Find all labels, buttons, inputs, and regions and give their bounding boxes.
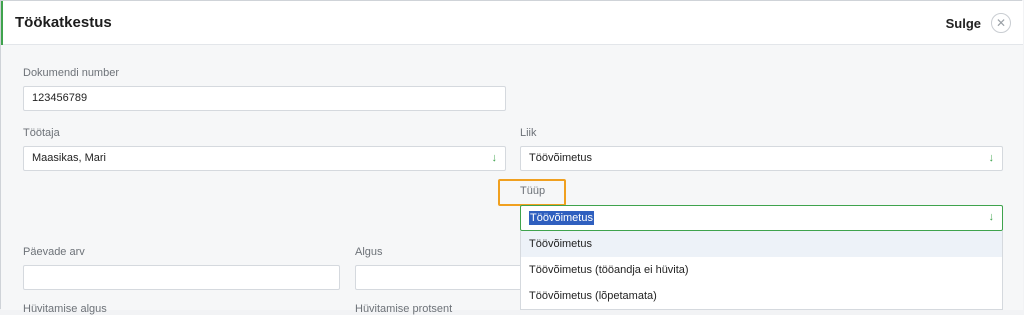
kind-value: Töövõimetus	[529, 152, 592, 164]
dialog: Töökatkestus Sulge ✕ Dokumendi number 12…	[0, 0, 1023, 315]
document-number-input[interactable]: 123456789	[23, 86, 506, 111]
comp-start-label: Hüvitamise algus	[23, 303, 107, 315]
dropdown-option[interactable]: Töövõimetus (tööandja ei hüvita)	[521, 257, 1002, 283]
type-selected-value: Töövõimetus	[529, 211, 594, 225]
arrow-down-icon: ↓	[491, 152, 498, 164]
employee-select[interactable]: Maasikas, Mari ↓	[23, 146, 506, 171]
dropdown-option[interactable]: Töövõimetus	[521, 231, 1002, 257]
arrow-down-icon: ↓	[988, 211, 995, 223]
employee-label: Töötaja	[23, 127, 60, 139]
days-input[interactable]	[23, 265, 340, 290]
start-label: Algus	[355, 246, 383, 258]
employee-value: Maasikas, Mari	[32, 152, 106, 164]
kind-label: Liik	[520, 127, 537, 139]
close-icon[interactable]: ✕	[991, 13, 1011, 33]
close-label[interactable]: Sulge	[946, 16, 981, 31]
dialog-header: Töökatkestus Sulge ✕	[1, 1, 1023, 45]
accent-bar	[1, 1, 3, 45]
type-select[interactable]: Töövõimetus ↓	[520, 205, 1003, 231]
comp-percent-label: Hüvitamise protsent	[355, 303, 453, 315]
document-number-label: Dokumendi number	[23, 67, 119, 79]
kind-select[interactable]: Töövõimetus ↓	[520, 146, 1003, 171]
arrow-down-icon: ↓	[988, 152, 995, 164]
dialog-title: Töökatkestus	[15, 14, 112, 31]
document-number-value: 123456789	[32, 92, 88, 104]
dropdown-option[interactable]: Töövõimetus (lõpetamata)	[521, 283, 1002, 309]
start-input[interactable]	[355, 265, 525, 290]
highlight-box	[498, 179, 566, 206]
days-label: Päevade arv	[23, 246, 85, 258]
type-dropdown: Töövõimetus Töövõimetus (tööandja ei hüv…	[520, 231, 1003, 310]
